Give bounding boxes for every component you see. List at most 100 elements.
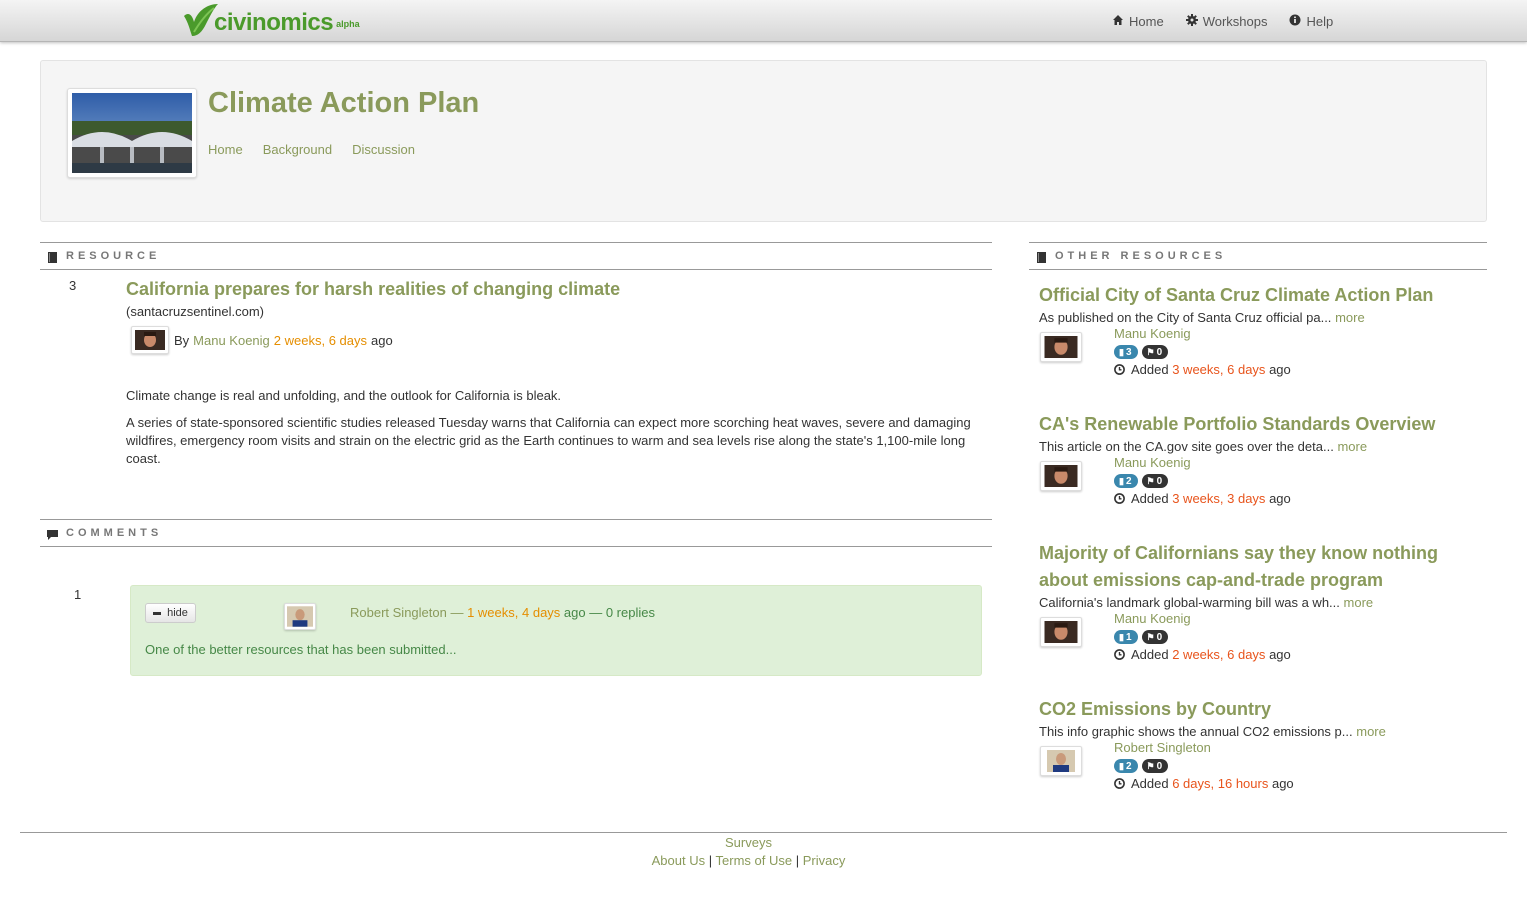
footer-separator: | (708, 853, 713, 868)
nav-workshops-link[interactable]: Workshops (1185, 13, 1268, 29)
comment-ago: ago (560, 605, 586, 620)
nav-home-link[interactable]: Home (1112, 14, 1164, 29)
sidebar-resource-desc: As published on the City of Santa Cruz o… (1039, 310, 1365, 325)
top-navbar: civinomics alpha Home Workshops Help (0, 0, 1527, 42)
sidebar-author-link[interactable]: Robert Singleton (1114, 740, 1211, 755)
resource-vote-count: 3 (69, 278, 77, 293)
author-link[interactable]: Manu Koenig (193, 333, 270, 348)
alpha-badge: alpha (336, 19, 360, 29)
comment-count-badge: ▮ 1 (1114, 630, 1138, 644)
added-time: Added 2 weeks, 6 days ago (1114, 647, 1291, 662)
avatar[interactable] (131, 326, 169, 354)
nav-links: Home Workshops Help (1112, 0, 1355, 42)
clock-icon (1114, 364, 1125, 375)
nav-workshops-label: Workshops (1202, 13, 1268, 29)
resource-heading: RESOURCE (66, 250, 161, 262)
flag-count-badge: ⚑ 0 (1141, 759, 1169, 773)
resource-title[interactable]: California prepares for harsh realities … (126, 279, 620, 300)
sidebar-resource-title[interactable]: CA's Renewable Portfolio Standards Overv… (1039, 414, 1435, 434)
meta-separator: — (446, 605, 468, 620)
footer-separator: | (795, 853, 800, 868)
workshop-thumbnail[interactable] (67, 88, 197, 178)
workshop-image (72, 93, 192, 173)
flag-count-badge: ⚑ 0 (1141, 345, 1169, 359)
resource-domain: (santacruzsentinel.com) (126, 304, 264, 319)
tab-background[interactable]: Background (263, 142, 332, 157)
more-link[interactable]: more (1335, 310, 1365, 325)
nav-help-link[interactable]: Help (1289, 14, 1333, 29)
added-time: Added 6 days, 16 hours ago (1114, 776, 1294, 791)
sidebar-resource-item: Official City of Santa Cruz Climate Acti… (1039, 282, 1459, 388)
posted-time: 2 weeks, 6 days (273, 332, 368, 348)
resource-paragraph-2: A series of state-sponsored scientific s… (126, 415, 971, 466)
comment-card: hide Robert Singleton — 1 weeks, 4 days … (130, 585, 982, 676)
sidebar-author-link[interactable]: Manu Koenig (1114, 455, 1191, 470)
other-resources-header: OTHER RESOURCES (1029, 242, 1487, 270)
sidebar-resource-title[interactable]: Majority of Californians say they know n… (1039, 543, 1438, 590)
book-icon (1036, 251, 1047, 263)
flag-count-badge: ⚑ 0 (1141, 630, 1169, 644)
civinomics-logo[interactable]: civinomics alpha (180, 2, 360, 38)
sidebar-resource-desc: California's landmark global-warming bil… (1039, 595, 1374, 610)
comment-text: One of the better resources that has bee… (145, 642, 457, 657)
hide-comment-button[interactable]: hide (145, 603, 196, 623)
sidebar-resource-item: CO2 Emissions by Country This info graph… (1039, 696, 1459, 802)
footer-row-2: About Us | Terms of Use | Privacy (0, 853, 1497, 868)
avatar[interactable] (1040, 617, 1082, 647)
meta-separator: — (585, 605, 606, 620)
sidebar-resource-item: CA's Renewable Portfolio Standards Overv… (1039, 411, 1459, 517)
comment-time: 1 weeks, 4 days (467, 605, 561, 620)
avatar[interactable] (1040, 461, 1082, 491)
avatar[interactable] (1040, 746, 1082, 776)
comment-icon: ▮ (1119, 631, 1124, 642)
nav-home-label: Home (1129, 13, 1164, 29)
comment-icon (47, 528, 58, 540)
tab-discussion[interactable]: Discussion (352, 142, 415, 157)
clock-icon (1114, 493, 1125, 504)
gear-icon (1185, 13, 1198, 29)
workshop-header: Climate Action Plan Home Background Disc… (40, 60, 1487, 222)
terms-link[interactable]: Terms of Use (716, 853, 793, 868)
workshop-tabs: Home Background Discussion (208, 142, 435, 157)
replies-link[interactable]: 0 replies (606, 605, 655, 620)
resource-paragraph-1: Climate change is real and unfolding, an… (126, 388, 562, 403)
ago-label: ago (371, 332, 393, 348)
comment-icon: ▮ (1119, 760, 1124, 771)
comment-count-badge: ▮ 2 (1114, 474, 1138, 488)
comments-section-header: COMMENTS (40, 519, 992, 547)
other-resources-heading: OTHER RESOURCES (1055, 250, 1227, 262)
info-icon (1289, 14, 1301, 29)
nav-help-label: Help (1306, 13, 1334, 29)
privacy-link[interactable]: Privacy (803, 853, 846, 868)
surveys-link[interactable]: Surveys (725, 835, 772, 850)
hide-label: hide (167, 607, 188, 619)
about-link[interactable]: About Us (652, 853, 705, 868)
flag-icon: ⚑ (1146, 475, 1155, 486)
comment-count-badge: ▮ 3 (1114, 345, 1138, 359)
sidebar-resource-title[interactable]: CO2 Emissions by Country (1039, 699, 1271, 719)
sidebar-author-link[interactable]: Manu Koenig (1114, 326, 1191, 341)
minus-icon (153, 611, 162, 615)
flag-icon: ⚑ (1146, 760, 1155, 771)
flag-count-badge: ⚑ 0 (1141, 474, 1169, 488)
sidebar-author-link[interactable]: Manu Koenig (1114, 611, 1191, 626)
comment-count-badge: ▮ 2 (1114, 759, 1138, 773)
flag-icon: ⚑ (1146, 346, 1155, 357)
sidebar-resource-desc: This info graphic shows the annual CO2 e… (1039, 724, 1386, 739)
avatar[interactable] (1040, 332, 1082, 362)
comment-author-link[interactable]: Robert Singleton (350, 605, 447, 620)
more-link[interactable]: more (1356, 724, 1386, 739)
flag-icon: ⚑ (1146, 631, 1155, 642)
comments-heading: COMMENTS (66, 527, 163, 539)
more-link[interactable]: more (1344, 595, 1374, 610)
comment-vote-count: 1 (74, 587, 82, 602)
added-time: Added 3 weeks, 3 days ago (1114, 491, 1291, 506)
more-link[interactable]: more (1337, 439, 1367, 454)
home-icon (1112, 14, 1124, 29)
sidebar-resource-title[interactable]: Official City of Santa Cruz Climate Acti… (1039, 285, 1433, 305)
workshop-title: Climate Action Plan (208, 87, 480, 119)
comment-meta: Robert Singleton — 1 weeks, 4 days ago —… (350, 605, 655, 620)
tab-home[interactable]: Home (208, 142, 243, 157)
avatar[interactable] (284, 603, 316, 630)
book-icon (47, 251, 58, 263)
